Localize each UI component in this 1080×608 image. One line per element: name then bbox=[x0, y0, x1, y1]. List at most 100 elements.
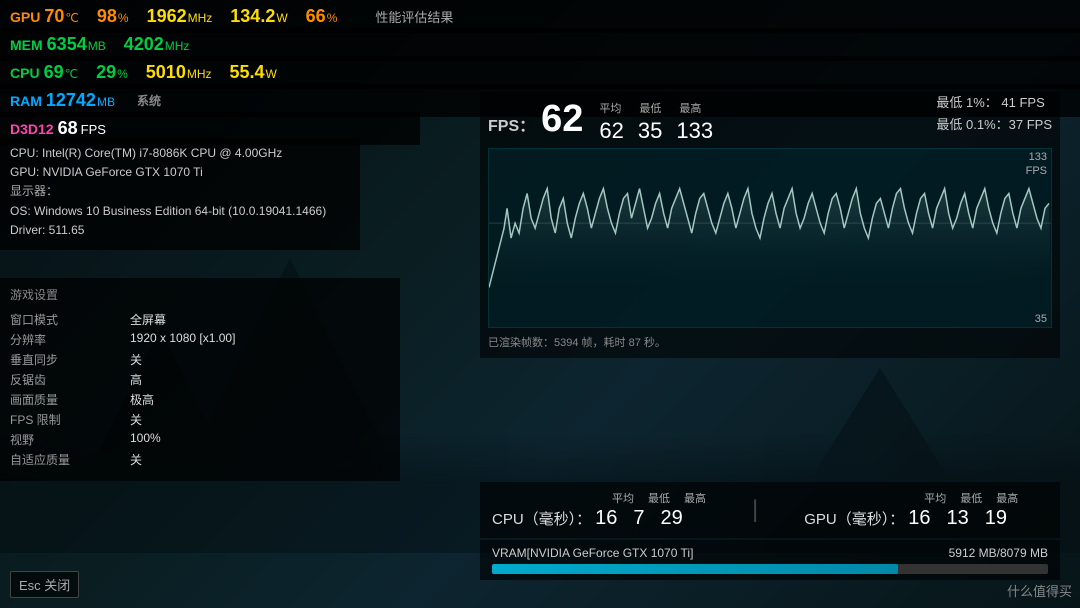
gpu-temp-value: 70 bbox=[44, 6, 64, 27]
hud-overlay: GPU 70 ℃ 98 % 1962 MHz 134.2 W 66 % 性能评估… bbox=[0, 0, 1080, 608]
fps-right-stats-panel: 最低 1%： 41 FPS 最低 0.1%：37 FPS bbox=[936, 92, 1052, 136]
perf-label: 性能评估结果 bbox=[375, 7, 453, 26]
setting-row-fov: 视野 100% bbox=[10, 431, 390, 448]
watermark: 什么值得买 bbox=[1007, 581, 1072, 600]
cpu-clock-value: 5010 bbox=[146, 62, 186, 83]
cpu-max-header: 最高 bbox=[684, 490, 706, 506]
display-header-line: 显示器： bbox=[10, 182, 350, 201]
d3d12-label: D3D12 bbox=[10, 121, 54, 137]
vram-panel: VRAM[NVIDIA GeForce GTX 1070 Ti] 5912 MB… bbox=[480, 540, 1060, 580]
gpu-min-value: 13 bbox=[947, 507, 969, 530]
gpu-label: GPU bbox=[10, 9, 40, 25]
gpu-power-value: 134.2 bbox=[230, 6, 275, 27]
cpu-temp-unit: ℃ bbox=[65, 67, 78, 81]
sys-label: 系统 bbox=[137, 92, 161, 109]
mem-group: MEM 6354 MB bbox=[10, 34, 106, 55]
cpu-clock-unit: MHz bbox=[187, 67, 212, 81]
cpu-min-value: 7 bbox=[633, 507, 644, 530]
os-info-line: OS: Windows 10 Business Edition 64-bit (… bbox=[10, 202, 350, 221]
gpu-max-value: 19 bbox=[985, 507, 1007, 530]
cpu-load-unit: % bbox=[117, 67, 128, 81]
vram-bar-background bbox=[492, 564, 1048, 574]
setting-key: 自适应质量 bbox=[10, 451, 130, 468]
gpu-temp-unit: ℃ bbox=[65, 11, 78, 25]
gpu-timing-group: 平均 最低 最高 GPU（毫秒）： 16 13 19 bbox=[804, 490, 1018, 530]
setting-row-resolution: 分辨率 1920 x 1080 [x1.00] bbox=[10, 331, 390, 348]
mem-label: MEM bbox=[10, 37, 43, 53]
fps-01pct-line: 最低 0.1%：37 FPS bbox=[936, 114, 1052, 136]
cpu-timing-label: CPU（毫秒）： bbox=[492, 508, 591, 529]
gpu-max-header: 最高 bbox=[996, 490, 1018, 506]
gpu-util-value: 66 bbox=[306, 6, 326, 27]
cpu-clock-group: 5010 MHz bbox=[146, 62, 212, 83]
setting-key: 视野 bbox=[10, 431, 130, 448]
setting-val: 高 bbox=[130, 371, 390, 388]
fps-min-value: 35 bbox=[638, 118, 662, 144]
cpu-info-line: CPU: Intel(R) Core(TM) i7-8086K CPU @ 4.… bbox=[10, 144, 350, 163]
chart-rendered-info: 已渲染帧数：5394 帧，耗时 87 秒。 bbox=[488, 334, 1052, 350]
fps-chart-svg bbox=[489, 149, 1051, 327]
vram-label: VRAM[NVIDIA GeForce GTX 1070 Ti] bbox=[492, 546, 693, 560]
sys-info-panel: CPU: Intel(R) Core(TM) i7-8086K CPU @ 4.… bbox=[0, 138, 360, 250]
ram-group: RAM 12742 MB bbox=[10, 90, 115, 111]
fps-max-value: 133 bbox=[676, 118, 713, 144]
setting-key: 画面质量 bbox=[10, 391, 130, 408]
setting-val: 1920 x 1080 [x1.00] bbox=[130, 331, 390, 348]
gpu-clock-group: 1962 MHz bbox=[147, 6, 213, 27]
setting-val: 极高 bbox=[130, 391, 390, 408]
cpu-temp-value: 69 bbox=[44, 62, 64, 83]
cpu-label: CPU bbox=[10, 65, 40, 81]
chart-fps-label: FPS bbox=[1026, 165, 1047, 177]
fps-main-value: 62 bbox=[541, 100, 583, 138]
gpu-load-value: 98 bbox=[97, 6, 117, 27]
gpu-info-line: GPU: NVIDIA GeForce GTX 1070 Ti bbox=[10, 163, 350, 182]
settings-title: 游戏设置 bbox=[10, 286, 390, 303]
d3d12-unit: FPS bbox=[81, 122, 106, 137]
chart-max-label: 133 bbox=[1029, 151, 1047, 163]
gpu-power-unit: W bbox=[276, 11, 287, 25]
setting-val: 关 bbox=[130, 351, 390, 368]
setting-row-vsync: 垂直同步 关 bbox=[10, 351, 390, 368]
fps-label: FPS： bbox=[488, 112, 535, 136]
setting-val: 关 bbox=[130, 451, 390, 468]
fps-avg-header: 平均 bbox=[599, 100, 621, 116]
vram-value: 5912 MB/8079 MB bbox=[949, 546, 1048, 560]
gpu-avg-value: 16 bbox=[908, 507, 930, 530]
fps-max-header: 最高 bbox=[679, 100, 701, 116]
setting-val: 关 bbox=[130, 411, 390, 428]
fps-1pct-line: 最低 1%： 41 FPS bbox=[936, 92, 1052, 114]
d3d12-group: D3D12 68 FPS bbox=[10, 118, 106, 139]
mem-value: 6354 bbox=[47, 34, 87, 55]
ram-unit: MB bbox=[97, 95, 115, 109]
setting-key: 分辨率 bbox=[10, 331, 130, 348]
setting-row-aa: 反锯齿 高 bbox=[10, 371, 390, 388]
timing-panel: 平均 最低 最高 CPU（毫秒）： 16 7 29 | 平均 bbox=[480, 482, 1060, 538]
gpu-timing-label: GPU（毫秒）： bbox=[804, 508, 904, 529]
setting-key: 窗口模式 bbox=[10, 311, 130, 328]
cpu-timing-group: 平均 最低 最高 CPU（毫秒）： 16 7 29 bbox=[492, 490, 706, 530]
cpu-avg-value: 16 bbox=[595, 507, 617, 530]
cpu-power-value: 55.4 bbox=[230, 62, 265, 83]
gpu-clock-value: 1962 bbox=[147, 6, 187, 27]
setting-row-window: 窗口模式 全屏幕 bbox=[10, 311, 390, 328]
cpu-load-value: 29 bbox=[96, 62, 116, 83]
esc-close-button[interactable]: Esc 关闭 bbox=[10, 571, 79, 598]
gpu-temp-group: GPU 70 ℃ bbox=[10, 6, 79, 27]
driver-info-line: Driver: 511.65 bbox=[10, 221, 350, 240]
setting-val: 100% bbox=[130, 431, 390, 448]
gpu-min-header: 最低 bbox=[960, 490, 982, 506]
gpu-avg-header: 平均 bbox=[924, 490, 946, 506]
setting-key: FPS 限制 bbox=[10, 411, 130, 428]
setting-key: 反锯齿 bbox=[10, 371, 130, 388]
mem-clock-unit: MHz bbox=[165, 39, 190, 53]
fps-min-header: 最低 bbox=[639, 100, 661, 116]
fps-avg-value: 62 bbox=[599, 118, 623, 144]
setting-row-fpslimit: FPS 限制 关 bbox=[10, 411, 390, 428]
gpu-power-group: 134.2 W bbox=[230, 6, 287, 27]
ram-label: RAM bbox=[10, 93, 42, 109]
cpu-max-value: 29 bbox=[661, 507, 683, 530]
gpu-util-group: 66 % bbox=[306, 6, 338, 27]
game-settings-panel: 游戏设置 窗口模式 全屏幕 分辨率 1920 x 1080 [x1.00] 垂直… bbox=[0, 278, 400, 481]
gpu-util-unit: % bbox=[327, 11, 338, 25]
cpu-power-group: 55.4 W bbox=[230, 62, 277, 83]
